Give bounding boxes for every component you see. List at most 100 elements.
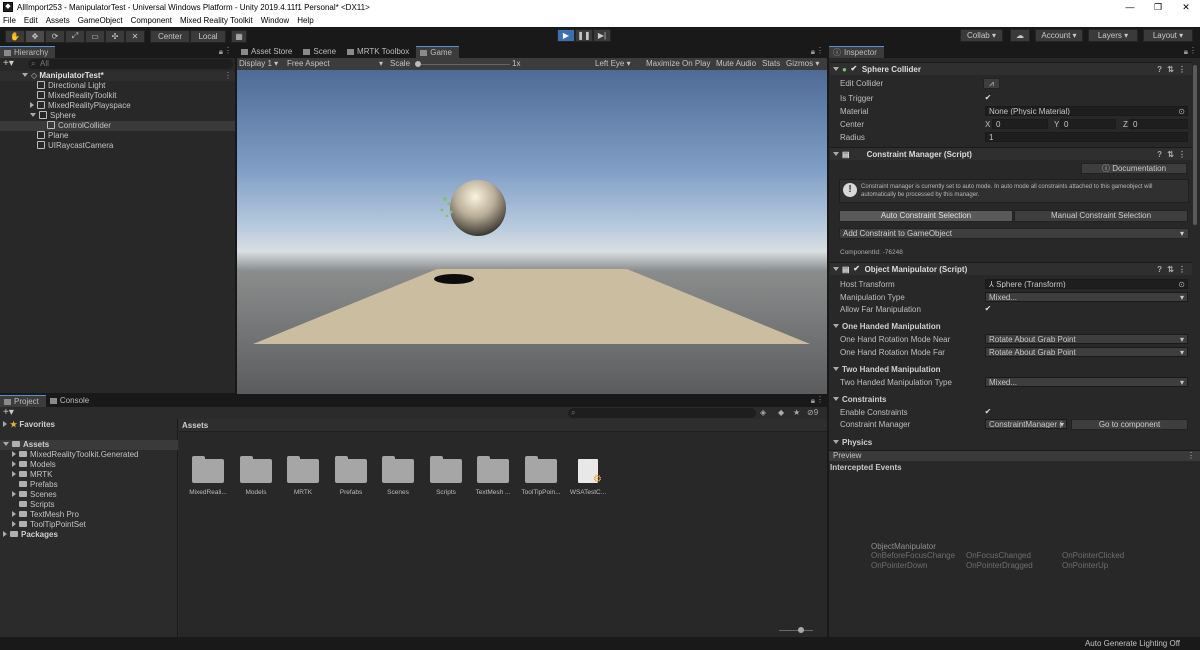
hierarchy-item-selected[interactable]: ControlCollider [0, 121, 235, 131]
eye-dropdown[interactable]: Left Eye ▾ [595, 59, 631, 69]
breadcrumb-assets[interactable]: Assets [182, 421, 208, 430]
asset-folder[interactable]: ToolTipPoin... [518, 456, 564, 496]
two-handed-section[interactable]: Two Handed Manipulation [833, 365, 941, 374]
hierarchy-search[interactable]: ⌕ All [28, 59, 233, 69]
tab-asset-store[interactable]: Asset Store [237, 46, 299, 58]
tab-project[interactable]: Project [0, 395, 46, 407]
project-search[interactable]: ⌕ [568, 408, 756, 418]
enabled-checkbox[interactable]: ✔ [853, 265, 861, 273]
asset-folder[interactable]: MRTK [280, 456, 326, 496]
component-menu-icon[interactable]: ⋮ [1178, 265, 1186, 274]
create-asset-icon[interactable]: +▾ [3, 407, 14, 418]
menu-window[interactable]: Window [261, 16, 289, 25]
lock-icon[interactable]: 🔒︎ [811, 396, 815, 406]
close-button[interactable]: ✕ [1172, 0, 1200, 14]
sphere-mesh[interactable] [450, 180, 506, 236]
assets-node[interactable]: Assets [0, 440, 178, 450]
physics-section[interactable]: Physics [833, 438, 872, 447]
folder-node[interactable]: Models [12, 460, 56, 470]
asset-folder[interactable]: TextMesh ... [470, 456, 516, 496]
scene-row[interactable]: ◇ ManipulatorTest* ⋮ [0, 71, 235, 81]
constraints-section[interactable]: Constraints [833, 395, 886, 404]
expand-icon[interactable] [22, 73, 28, 77]
lock-icon[interactable]: 🔒︎ [1184, 47, 1188, 57]
documentation-button[interactable]: ⓘ Documentation [1081, 163, 1187, 174]
menu-gameobject[interactable]: GameObject [78, 16, 123, 25]
expand-icon[interactable] [30, 102, 34, 108]
manipulation-type-dropdown[interactable]: Mixed... ▾ [985, 292, 1188, 302]
tab-hierarchy[interactable]: Hierarchy [0, 46, 56, 58]
center-x-field[interactable]: 0 [992, 119, 1048, 129]
rot-near-dropdown[interactable]: Rotate About Grab Point ▾ [985, 334, 1188, 344]
filter-type-icon[interactable]: ◈ [760, 408, 766, 417]
constraint-manager-dropdown[interactable]: ConstraintManager (▾ [985, 419, 1067, 429]
preview-bar[interactable]: Preview ⋮ [829, 450, 1200, 461]
cloud-icon[interactable]: ☁ [1010, 29, 1030, 42]
enable-constraints-checkbox[interactable]: ✔ [984, 408, 992, 416]
minimize-button[interactable]: — [1116, 0, 1144, 14]
two-type-dropdown[interactable]: Mixed... ▾ [985, 377, 1188, 387]
menu-assets[interactable]: Assets [46, 16, 70, 25]
gizmos-dropdown[interactable]: Gizmos ▾ [786, 59, 819, 69]
tab-inspector[interactable]: ⓘ Inspector [829, 46, 884, 58]
collab-button[interactable]: Collab ▾ [960, 29, 1003, 42]
panel-menu-icon[interactable]: ⋮ [1189, 46, 1197, 55]
layout-dropdown[interactable]: Layout ▾ [1143, 29, 1193, 42]
folder-node[interactable]: TextMesh Pro [12, 510, 79, 520]
expand-icon[interactable] [12, 491, 16, 497]
pause-button[interactable]: ❚❚ [575, 29, 593, 42]
menu-file[interactable]: File [3, 16, 16, 25]
folder-node[interactable]: MRTK [12, 470, 53, 480]
favorites-node[interactable]: ★ Favorites [3, 420, 55, 430]
menu-edit[interactable]: Edit [24, 16, 38, 25]
object-picker-icon[interactable]: ⊙ [1178, 280, 1185, 288]
breadcrumb[interactable]: Assets [179, 419, 827, 432]
panel-menu-icon[interactable]: ⋮ [224, 46, 232, 55]
transform-tool-icon[interactable]: ✣ [105, 29, 125, 43]
scene-menu-icon[interactable]: ⋮ [224, 71, 232, 81]
custom-tool-icon[interactable]: ✕ [125, 29, 145, 43]
maximize-button[interactable]: ❐ [1144, 0, 1172, 14]
stats-toggle[interactable]: Stats [762, 59, 780, 69]
tab-game[interactable]: Game [416, 46, 460, 58]
hierarchy-item[interactable]: Sphere [30, 111, 76, 121]
folder-node[interactable]: Prefabs [19, 480, 58, 490]
folder-node[interactable]: Scripts [19, 500, 54, 510]
inspector-scrollbar[interactable] [1193, 65, 1197, 225]
folder-node[interactable]: ToolTipPointSet [12, 520, 86, 530]
asset-folder[interactable]: Scenes [375, 456, 421, 496]
expand-icon[interactable] [12, 511, 16, 517]
aspect-dropdown[interactable]: Free Aspect ▾ [287, 59, 385, 69]
collapse-icon[interactable] [833, 67, 839, 71]
menu-component[interactable]: Component [131, 16, 172, 25]
scale-tool-icon[interactable]: ⤢ [65, 29, 85, 43]
object-manipulator-header[interactable]: ▤ ✔ Object Manipulator (Script) ? ⇅ ⋮ [830, 262, 1192, 275]
material-field[interactable]: None (Physic Material) ⊙ [985, 106, 1188, 116]
account-dropdown[interactable]: Account ▾ [1035, 29, 1083, 42]
collapse-icon[interactable] [833, 367, 839, 371]
hidden-count[interactable]: ⊘9 [807, 408, 818, 417]
component-menu-icon[interactable]: ⋮ [1178, 150, 1186, 159]
icon-size-handle[interactable] [798, 627, 804, 633]
edit-collider-button[interactable]: ⩘ [983, 78, 1000, 89]
panel-menu-icon[interactable]: ⋮ [816, 395, 824, 404]
hand-tool-icon[interactable]: ✋ [5, 29, 25, 43]
center-z-field[interactable]: 0 [1129, 119, 1188, 129]
hierarchy-item[interactable]: UIRaycastCamera [37, 141, 113, 151]
expand-icon[interactable] [30, 113, 36, 117]
asset-scene-file[interactable]: ⚙ WSATestC... [565, 459, 611, 496]
hierarchy-item[interactable]: MixedRealityToolkit [37, 91, 116, 101]
sphere-collider-header[interactable]: ● ✔ Sphere Collider ? ⇅ ⋮ [830, 62, 1192, 75]
preset-icon[interactable]: ⇅ [1167, 150, 1174, 159]
help-icon[interactable]: ? [1157, 65, 1162, 74]
grid-snap-icon[interactable]: ▦ [231, 29, 247, 43]
add-constraint-dropdown[interactable]: Add Constraint to GameObject ▾ [839, 228, 1189, 239]
folder-node[interactable]: MixedRealityToolkit.Generated [12, 450, 139, 460]
collapse-icon[interactable] [833, 152, 839, 156]
game-viewport[interactable] [237, 70, 827, 394]
help-icon[interactable]: ? [1157, 265, 1162, 274]
expand-icon[interactable] [12, 471, 16, 477]
radius-field[interactable]: 1 [985, 132, 1188, 142]
expand-icon[interactable] [12, 461, 16, 467]
filter-label-icon[interactable]: ◆ [778, 408, 784, 417]
